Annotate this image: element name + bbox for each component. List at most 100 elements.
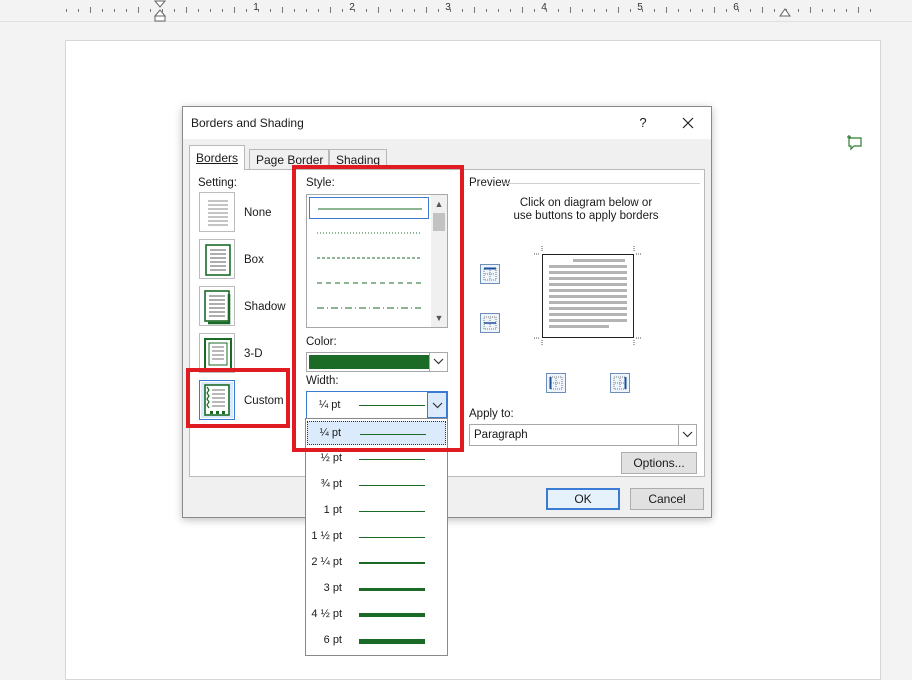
ruler-tick [798, 9, 799, 12]
width-option-line [359, 511, 425, 512]
right-border-icon [613, 376, 627, 390]
left-border-button[interactable] [546, 373, 566, 393]
ruler-number: 1 [253, 2, 259, 13]
scroll-down-icon[interactable]: ▼ [431, 311, 447, 325]
ruler-number: 5 [637, 2, 643, 13]
style-list[interactable]: ▲ ▼ [306, 194, 448, 328]
style-list-scrollbar[interactable]: ▲ ▼ [431, 195, 447, 327]
ruler-tick [594, 9, 595, 12]
ruler-tick [498, 9, 499, 12]
style-item-dashed-large[interactable] [309, 272, 429, 294]
ruler-tick [270, 9, 271, 12]
style-label: Style: [306, 177, 335, 189]
ok-button[interactable]: OK [546, 488, 620, 510]
setting-shadow-button[interactable] [199, 286, 235, 326]
apply-to-combo[interactable]: Paragraph [469, 424, 697, 446]
scroll-thumb[interactable] [433, 213, 445, 231]
ruler-tick [846, 9, 847, 12]
width-option[interactable]: 1 ½ pt [307, 525, 446, 549]
width-option[interactable]: 3 pt [307, 577, 446, 601]
width-option[interactable]: ½ pt [307, 447, 446, 471]
width-option[interactable]: ¼ pt [307, 421, 446, 445]
setting-none-button[interactable] [199, 192, 235, 232]
ruler-tick [486, 9, 487, 12]
width-option-line [359, 613, 425, 617]
width-dropdown-button[interactable] [427, 392, 447, 418]
setting-3d-button[interactable] [199, 333, 235, 373]
horizontal-ruler[interactable]: 1 2 3 4 5 6 [0, 0, 912, 22]
ruler-tick [378, 7, 379, 13]
ruler-tick [510, 9, 511, 12]
ruler-tick [198, 9, 199, 12]
top-border-button[interactable] [480, 264, 500, 284]
ruler-tick [294, 9, 295, 12]
width-option[interactable]: ¾ pt [307, 473, 446, 497]
middle-border-button[interactable] [480, 313, 500, 333]
new-comment-icon[interactable] [846, 134, 864, 152]
preview-instruction-line2: use buttons to apply borders [513, 210, 659, 222]
cancel-button[interactable]: Cancel [630, 488, 704, 510]
setting-none-label[interactable]: None [244, 207, 272, 219]
width-option-label: 1 ½ pt [311, 530, 342, 542]
width-option-line [359, 639, 425, 644]
tab-label: Shading [336, 153, 381, 167]
right-indent-marker[interactable] [779, 5, 791, 17]
width-option[interactable]: 1 pt [307, 499, 446, 523]
width-preview-line [359, 405, 425, 406]
color-combo[interactable] [306, 352, 448, 372]
ruler-tick [138, 7, 139, 13]
ruler-tick [762, 7, 763, 13]
width-option[interactable]: 2 ¼ pt [307, 551, 446, 575]
right-border-button[interactable] [610, 373, 630, 393]
setting-box-label[interactable]: Box [244, 254, 264, 266]
ruler-number: 4 [541, 2, 547, 13]
style-item-solid[interactable] [309, 197, 429, 219]
ruler-tick [246, 9, 247, 12]
dashed-large-line-icon [317, 282, 421, 284]
ruler-tick [726, 9, 727, 12]
close-icon[interactable] [673, 111, 703, 135]
dialog-titlebar[interactable]: Borders and Shading ? [183, 107, 711, 139]
width-option-line [359, 459, 425, 460]
ruler-tick [786, 9, 787, 12]
apply-to-dropdown-button[interactable] [678, 425, 696, 445]
ruler-tick [630, 9, 631, 12]
setting-custom-button[interactable] [199, 380, 235, 420]
setting-shadow-label[interactable]: Shadow [244, 301, 286, 313]
ruler-tick [522, 7, 523, 13]
setting-3d-icon [204, 338, 232, 370]
dash-dot-line-icon [317, 307, 421, 309]
width-option-label: ¼ pt [319, 427, 341, 439]
width-combo[interactable]: ¼ pt [306, 391, 448, 419]
tab-borders[interactable]: Borders [189, 145, 245, 170]
setting-box-button[interactable] [199, 239, 235, 279]
width-dropdown-list[interactable]: ¼ pt ½ pt ¾ pt 1 pt 1 ½ pt 2 ¼ pt 3 pt 4 ½ pt 6 … [305, 418, 448, 656]
scroll-up-icon[interactable]: ▲ [431, 197, 447, 211]
ruler-tick [342, 9, 343, 12]
ruler-tick [234, 7, 235, 13]
style-item-dotted[interactable] [309, 222, 429, 244]
width-option-line [359, 562, 425, 564]
ruler-tick [678, 9, 679, 12]
help-button[interactable]: ? [631, 113, 655, 133]
ruler-tick [666, 7, 667, 13]
width-option[interactable]: 6 pt [307, 629, 446, 653]
setting-none-icon [208, 200, 228, 226]
tab-shading[interactable]: Shading [329, 149, 387, 169]
style-item-dash-dot[interactable] [309, 297, 429, 319]
tab-page-border[interactable]: Page Border [249, 149, 329, 169]
ruler-tick [186, 7, 187, 13]
dialog-title: Borders and Shading [191, 116, 304, 130]
top-border-icon [483, 267, 497, 281]
options-button[interactable]: Options... [621, 452, 697, 474]
setting-custom-label[interactable]: Custom [244, 395, 284, 407]
ruler-tick [774, 9, 775, 12]
style-item-dashed-small[interactable] [309, 247, 429, 269]
preview-instructions: Click on diagram below or use buttons to… [480, 197, 692, 223]
color-dropdown-button[interactable] [429, 353, 447, 371]
width-option[interactable]: 4 ½ pt [307, 603, 446, 627]
setting-3d-label[interactable]: 3-D [244, 348, 263, 360]
ruler-tick [126, 9, 127, 12]
first-line-indent-marker[interactable] [154, 0, 166, 22]
width-value: ¼ pt [319, 399, 341, 411]
